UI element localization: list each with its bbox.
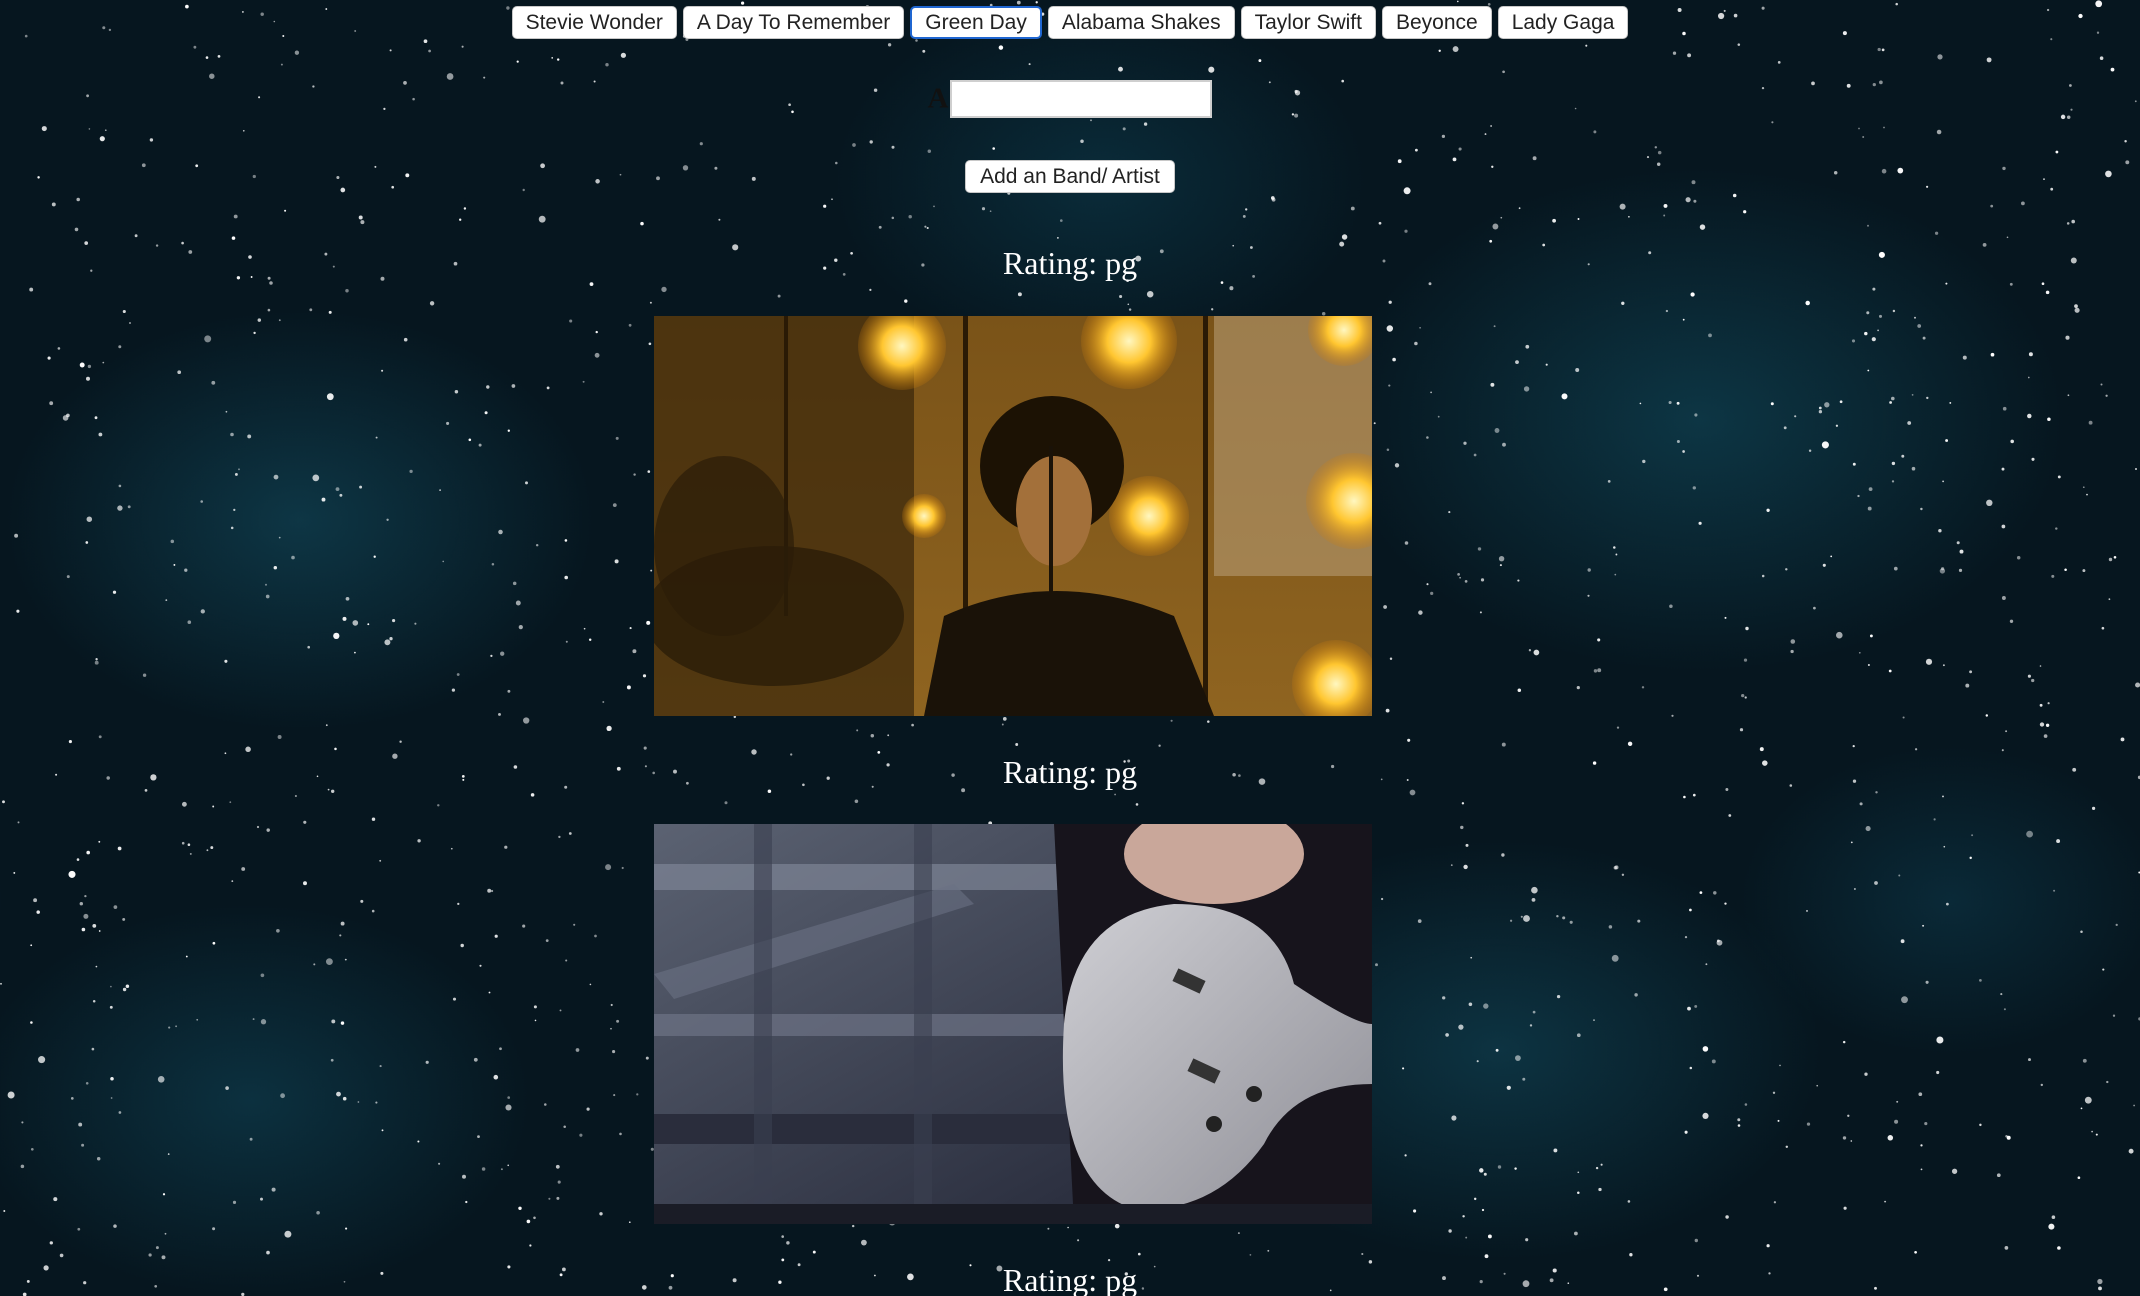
- gif-rating: Rating: pg: [1002, 245, 1138, 281]
- band-button-alabama-shakes[interactable]: Alabama Shakes: [1047, 6, 1235, 39]
- add-band-input[interactable]: [950, 80, 1213, 118]
- band-button-row: Stevie Wonder A Day To Remember Green Day A…: [0, 6, 2140, 39]
- add-band-form: A: [0, 80, 2140, 118]
- add-band-label: A: [927, 82, 949, 115]
- band-button-taylor-swift[interactable]: Taylor Swift: [1240, 6, 1376, 39]
- band-button-stevie-wonder[interactable]: Stevie Wonder: [511, 6, 677, 39]
- band-button-a-day-to-remember[interactable]: A Day To Remember: [682, 6, 905, 39]
- band-button-lady-gaga[interactable]: Lady Gaga: [1497, 6, 1629, 39]
- gif-rating: Rating: pg: [1002, 754, 1138, 790]
- band-button-beyonce[interactable]: Beyonce: [1381, 6, 1492, 39]
- gif-image-concert-singer[interactable]: [654, 316, 1372, 716]
- gif-rating: Rating: pg: [1002, 1262, 1138, 1296]
- band-button-green-day[interactable]: Green Day: [910, 6, 1042, 39]
- add-band-button[interactable]: Add an Band/ Artist: [965, 160, 1175, 193]
- gif-image-guitar[interactable]: [654, 824, 1372, 1224]
